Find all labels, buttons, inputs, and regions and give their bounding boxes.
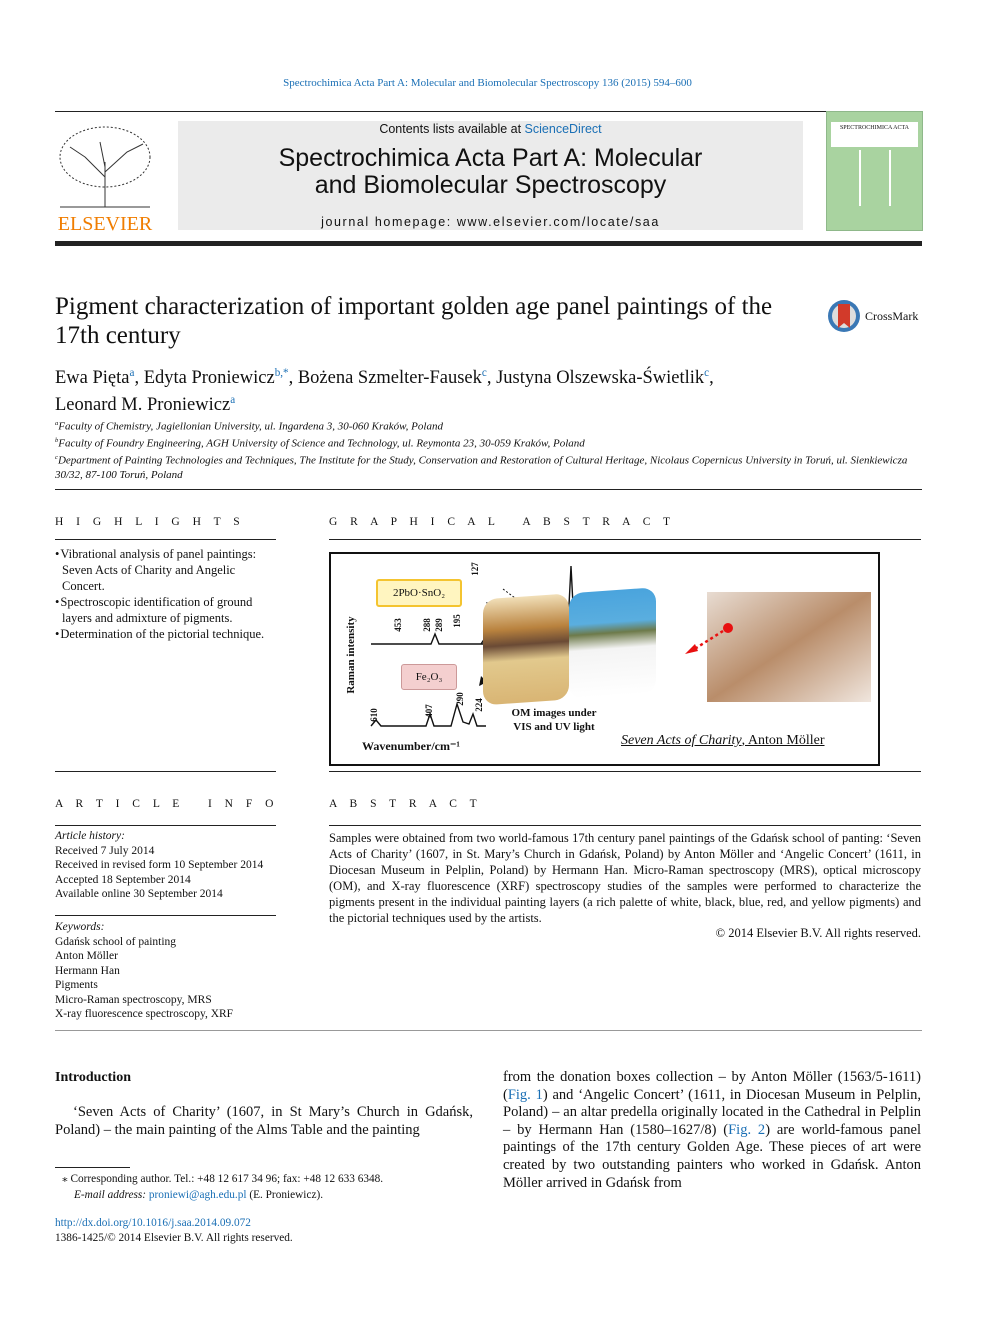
affiliation: aFaculty of Chemistry, Jagiellonian Univ… <box>55 420 443 433</box>
author-list: Ewa Piętaa, Edyta Proniewiczb,*, Bożena … <box>55 367 714 416</box>
peak-label: 195 <box>451 614 462 628</box>
highlight-item: Determination of the pictorial technique… <box>60 626 277 642</box>
journal-reference[interactable]: Spectrochimica Acta Part A: Molecular an… <box>0 77 975 89</box>
journal-cover: SPECTROCHIMICA ACTA <box>826 111 923 231</box>
peak-label: 127 <box>469 562 480 576</box>
divider <box>329 539 921 540</box>
article-history: Article history: Received 7 July 2014 Rec… <box>55 830 264 900</box>
highlights-list: Vibrational analysis of panel paintings:… <box>55 546 277 642</box>
sciencedirect-link[interactable]: ScienceDirect <box>525 122 602 136</box>
graphical-abstract-figure: 2PbO·SnO₂ Fe₂O₃ Raman intensity Wavenumb… <box>329 552 880 766</box>
divider <box>55 915 276 916</box>
figure-link[interactable]: Fig. 1 <box>508 1087 543 1103</box>
painting-caption: Seven Acts of Charity, Anton Möller <box>621 733 825 748</box>
crossmark-icon <box>828 300 860 332</box>
affiliation: cDepartment of Painting Technologies and… <box>55 454 908 482</box>
graphical-abstract-heading: G R A P H I C A L A B S T R A C T <box>329 516 676 528</box>
footnote: ⁎ Corresponding author. Tel.: +48 12 617… <box>62 1173 384 1201</box>
highlight-item: Spectroscopic identification of ground l… <box>60 594 277 626</box>
section-heading: Introduction <box>55 1070 131 1085</box>
article-page: Spectrochimica Acta Part A: Molecular an… <box>0 0 992 1323</box>
author[interactable]: Leonard M. Proniewicza <box>55 394 235 415</box>
email-link[interactable]: proniewi@agh.edu.pl <box>149 1189 247 1201</box>
author[interactable]: Edyta Proniewiczb,* <box>144 367 289 388</box>
article-title: Pigment characterization of important go… <box>55 293 773 349</box>
keyword: Gdańsk school of painting <box>55 935 177 948</box>
cover-title: SPECTROCHIMICA ACTA <box>831 122 918 147</box>
painting-detail-image <box>707 592 871 702</box>
peak-label: 453 <box>392 618 403 632</box>
doi-link[interactable]: http://dx.doi.org/10.1016/j.saa.2014.09.… <box>55 1217 251 1229</box>
pbo-sno2-label: 2PbO·SnO₂ <box>376 579 462 607</box>
keyword: Hermann Han <box>55 964 120 977</box>
keywords: Keywords: Gdańsk school of painting Anton… <box>55 920 280 1022</box>
figure-link[interactable]: Fig. 2 <box>728 1122 765 1138</box>
homepage-link[interactable]: www.elsevier.com/locate/saa <box>457 215 660 229</box>
peak-label: 610 <box>368 708 379 722</box>
divider <box>329 825 921 826</box>
elsevier-logo: ELSEVIER <box>55 122 155 235</box>
peak-label: 289 <box>433 618 444 632</box>
divider <box>55 489 922 490</box>
intro-paragraph-left: ‘Seven Acts of Charity’ (1607, in St Mar… <box>55 1104 473 1138</box>
crossmark-label: CrossMark <box>865 308 919 323</box>
keyword: Micro-Raman spectroscopy, MRS <box>55 993 212 1006</box>
keyword: X-ray fluorescence spectroscopy, XRF <box>55 1008 234 1020</box>
divider <box>55 111 922 112</box>
peak-label: 288 <box>421 618 432 632</box>
divider <box>329 771 921 772</box>
homepage-label: journal homepage: <box>321 215 457 229</box>
divider <box>55 1167 130 1168</box>
keyword: Pigments <box>55 979 98 991</box>
y-axis-label: Raman intensity <box>345 616 357 694</box>
divider <box>55 1030 922 1031</box>
x-axis-label: Wavenumber/cm⁻¹ <box>362 739 460 753</box>
header-rule <box>55 241 922 246</box>
author[interactable]: Ewa Piętaa <box>55 367 134 388</box>
affiliation: bFaculty of Foundry Engineering, AGH Uni… <box>55 437 585 450</box>
publisher-name: ELSEVIER <box>57 213 153 235</box>
peak-label: 224 <box>473 698 484 712</box>
author[interactable]: Bożena Szmelter-Fausekc <box>298 367 487 388</box>
article-info-heading: A R T I C L E I N F O <box>55 798 279 810</box>
journal-title: Spectrochimica Acta Part A: Molecular an… <box>278 144 703 199</box>
journal-banner: Contents lists available at ScienceDirec… <box>178 121 803 230</box>
fe2o3-label: Fe₂O₃ <box>401 664 457 690</box>
peak-label: 290 <box>454 692 465 706</box>
divider <box>55 771 276 772</box>
peak-label: 407 <box>423 704 434 718</box>
divider <box>55 539 276 540</box>
divider <box>55 825 276 826</box>
author[interactable]: Justyna Olszewska-Świetlikc <box>496 367 709 388</box>
om-caption: OM images under VIS and UV light <box>511 707 597 733</box>
crossmark-button[interactable]: CrossMark <box>826 298 918 334</box>
doi-block: http://dx.doi.org/10.1016/j.saa.2014.09.… <box>55 1217 293 1244</box>
contents-text: Contents lists available at <box>379 122 525 136</box>
keyword: Anton Möller <box>55 950 118 962</box>
highlights-heading: H I G H L I G H T S <box>55 516 245 528</box>
copyright: © 2014 Elsevier B.V. All rights reserved… <box>715 926 921 940</box>
affiliations: aFaculty of Chemistry, Jagiellonian Univ… <box>55 417 925 483</box>
abstract-text: Samples were obtained from two world-fam… <box>329 831 921 925</box>
abstract-heading: A B S T R A C T <box>329 798 482 810</box>
highlight-item: Vibrational analysis of panel paintings:… <box>60 546 277 594</box>
intro-paragraph-right: from the donation boxes collection – by … <box>503 1069 922 1191</box>
